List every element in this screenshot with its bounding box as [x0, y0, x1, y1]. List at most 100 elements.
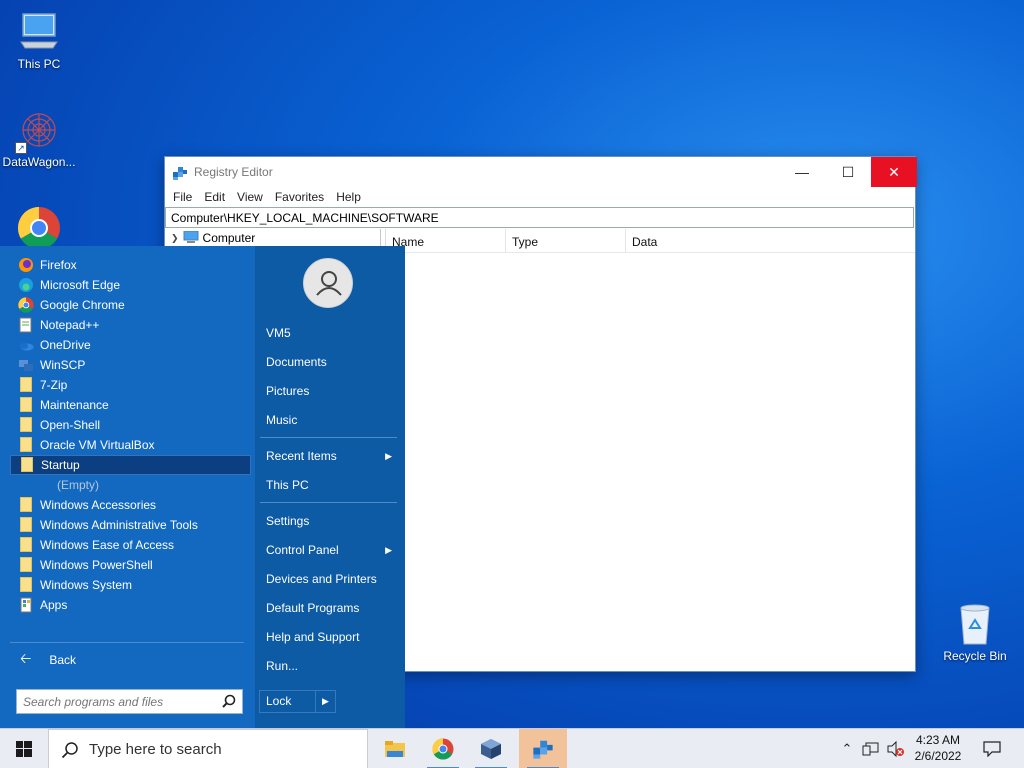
- start-button[interactable]: [0, 729, 48, 768]
- computer-small-icon: [183, 230, 199, 246]
- volume-muted-icon: [887, 741, 904, 757]
- program-item[interactable]: Windows PowerShell: [10, 555, 251, 575]
- edge-icon: [18, 277, 34, 293]
- program-item[interactable]: Notepad++: [10, 315, 251, 335]
- taskbar-search-box[interactable]: Type here to search: [48, 729, 368, 768]
- lock-label: Lock: [266, 694, 292, 708]
- minimize-button[interactable]: —: [779, 157, 825, 187]
- recycle-bin-icon: [953, 602, 997, 646]
- run-item[interactable]: Run...: [260, 655, 398, 677]
- program-item[interactable]: Startup: [10, 455, 251, 475]
- folder-icon: [18, 557, 34, 573]
- menu-favorites[interactable]: Favorites: [269, 187, 330, 207]
- program-item[interactable]: Windows Accessories: [10, 495, 251, 515]
- list-header: Name Type Data: [386, 229, 915, 253]
- desktop-icon-recycle-bin[interactable]: Recycle Bin: [935, 602, 1015, 663]
- notification-icon: [983, 741, 1001, 757]
- program-label: Microsoft Edge: [40, 278, 121, 292]
- program-item[interactable]: 7-Zip: [10, 375, 251, 395]
- desktop-icon-label: DataWagon...: [2, 155, 76, 169]
- program-label: Maintenance: [40, 398, 109, 412]
- user-avatar[interactable]: [303, 258, 353, 308]
- divider: [10, 642, 244, 643]
- documents-item[interactable]: Documents: [260, 351, 398, 373]
- program-item[interactable]: Open-Shell: [10, 415, 251, 435]
- recent-items-label: Recent Items: [266, 449, 337, 463]
- tree-item-computer[interactable]: ❯ Computer: [165, 229, 380, 247]
- search-icon[interactable]: [222, 694, 236, 711]
- program-item[interactable]: WinSCP: [10, 355, 251, 375]
- taskbar-virtualbox[interactable]: [467, 729, 515, 768]
- settings-item[interactable]: Settings: [260, 510, 398, 532]
- file-explorer-icon: [385, 741, 405, 757]
- user-name-item[interactable]: VM5: [260, 322, 398, 344]
- notifications-button[interactable]: [978, 729, 1006, 768]
- this-pc-item[interactable]: This PC: [260, 474, 398, 496]
- recent-items-item[interactable]: Recent Items ▶: [260, 445, 398, 467]
- program-label: Open-Shell: [40, 418, 101, 432]
- address-bar[interactable]: Computer\HKEY_LOCAL_MACHINE\SOFTWARE: [165, 207, 914, 228]
- program-item[interactable]: Oracle VM VirtualBox: [10, 435, 251, 455]
- taskbar-registry-editor[interactable]: [519, 729, 567, 768]
- start-search-input[interactable]: [17, 690, 207, 713]
- folder-icon: [18, 437, 34, 453]
- program-label: Notepad++: [40, 318, 100, 332]
- program-item[interactable]: Maintenance: [10, 395, 251, 415]
- show-hidden-icons-button[interactable]: ⌃: [836, 729, 858, 768]
- user-icon: [316, 271, 342, 296]
- start-search-box[interactable]: [16, 689, 243, 714]
- taskbar-chrome[interactable]: [419, 729, 467, 768]
- folder-icon: [18, 417, 34, 433]
- program-item[interactable]: Windows Administrative Tools: [10, 515, 251, 535]
- program-label: Oracle VM VirtualBox: [40, 438, 155, 452]
- pictures-item[interactable]: Pictures: [260, 380, 398, 402]
- menu-view[interactable]: View: [231, 187, 269, 207]
- chevron-down-icon[interactable]: ❯: [171, 233, 179, 244]
- folder-icon: [19, 457, 35, 473]
- program-item[interactable]: OneDrive: [10, 335, 251, 355]
- program-label: Firefox: [40, 258, 77, 272]
- program-item[interactable]: (Empty): [10, 475, 251, 495]
- taskbar-search-placeholder: Type here to search: [89, 741, 222, 758]
- menu-help[interactable]: Help: [330, 187, 367, 207]
- desktop-icon-datawagon[interactable]: ↗ DataWagon...: [0, 108, 79, 169]
- volume-tray-button[interactable]: [884, 729, 906, 768]
- control-panel-item[interactable]: Control Panel ▶: [260, 539, 398, 561]
- program-label: Windows System: [40, 578, 133, 592]
- program-label: Windows Accessories: [40, 498, 157, 512]
- program-label: Apps: [40, 598, 68, 612]
- network-tray-button[interactable]: [860, 729, 882, 768]
- program-label: Startup: [41, 458, 80, 472]
- program-item[interactable]: Google Chrome: [10, 295, 251, 315]
- music-item[interactable]: Music: [260, 409, 398, 431]
- values-list-pane[interactable]: Name Type Data: [385, 229, 915, 671]
- program-item[interactable]: Microsoft Edge: [10, 275, 251, 295]
- program-label: Windows Ease of Access: [40, 538, 175, 552]
- program-item[interactable]: Windows System: [10, 575, 251, 595]
- taskbar-file-explorer[interactable]: [371, 729, 419, 768]
- column-header-data[interactable]: Data: [626, 229, 776, 252]
- onedrive-icon: [18, 337, 34, 353]
- folder-icon: [18, 497, 34, 513]
- clock-time: 4:23 AM: [915, 733, 961, 747]
- taskbar-clock[interactable]: 4:23 AM 2/6/2022: [910, 732, 966, 764]
- title-bar[interactable]: Registry Editor — ☐ ✕: [165, 157, 917, 187]
- column-header-type[interactable]: Type: [506, 229, 626, 252]
- lock-button[interactable]: Lock ▶: [259, 690, 336, 713]
- maximize-button[interactable]: ☐: [825, 157, 871, 187]
- close-button[interactable]: ✕: [871, 157, 917, 187]
- menu-file[interactable]: File: [167, 187, 198, 207]
- shortcut-arrow-icon: ↗: [15, 142, 27, 154]
- divider: [260, 502, 397, 503]
- menu-edit[interactable]: Edit: [198, 187, 231, 207]
- program-item[interactable]: Apps: [10, 595, 251, 615]
- desktop-icon-this-pc[interactable]: This PC: [0, 10, 79, 71]
- devices-printers-item[interactable]: Devices and Printers: [260, 568, 398, 590]
- lock-options-arrow-icon[interactable]: ▶: [315, 691, 335, 712]
- default-programs-item[interactable]: Default Programs: [260, 597, 398, 619]
- help-support-item[interactable]: Help and Support: [260, 626, 398, 648]
- program-item[interactable]: Windows Ease of Access: [10, 535, 251, 555]
- regedit-icon: [533, 740, 553, 759]
- program-item[interactable]: Firefox: [10, 255, 251, 275]
- back-button[interactable]: 🡠 Back: [10, 649, 251, 671]
